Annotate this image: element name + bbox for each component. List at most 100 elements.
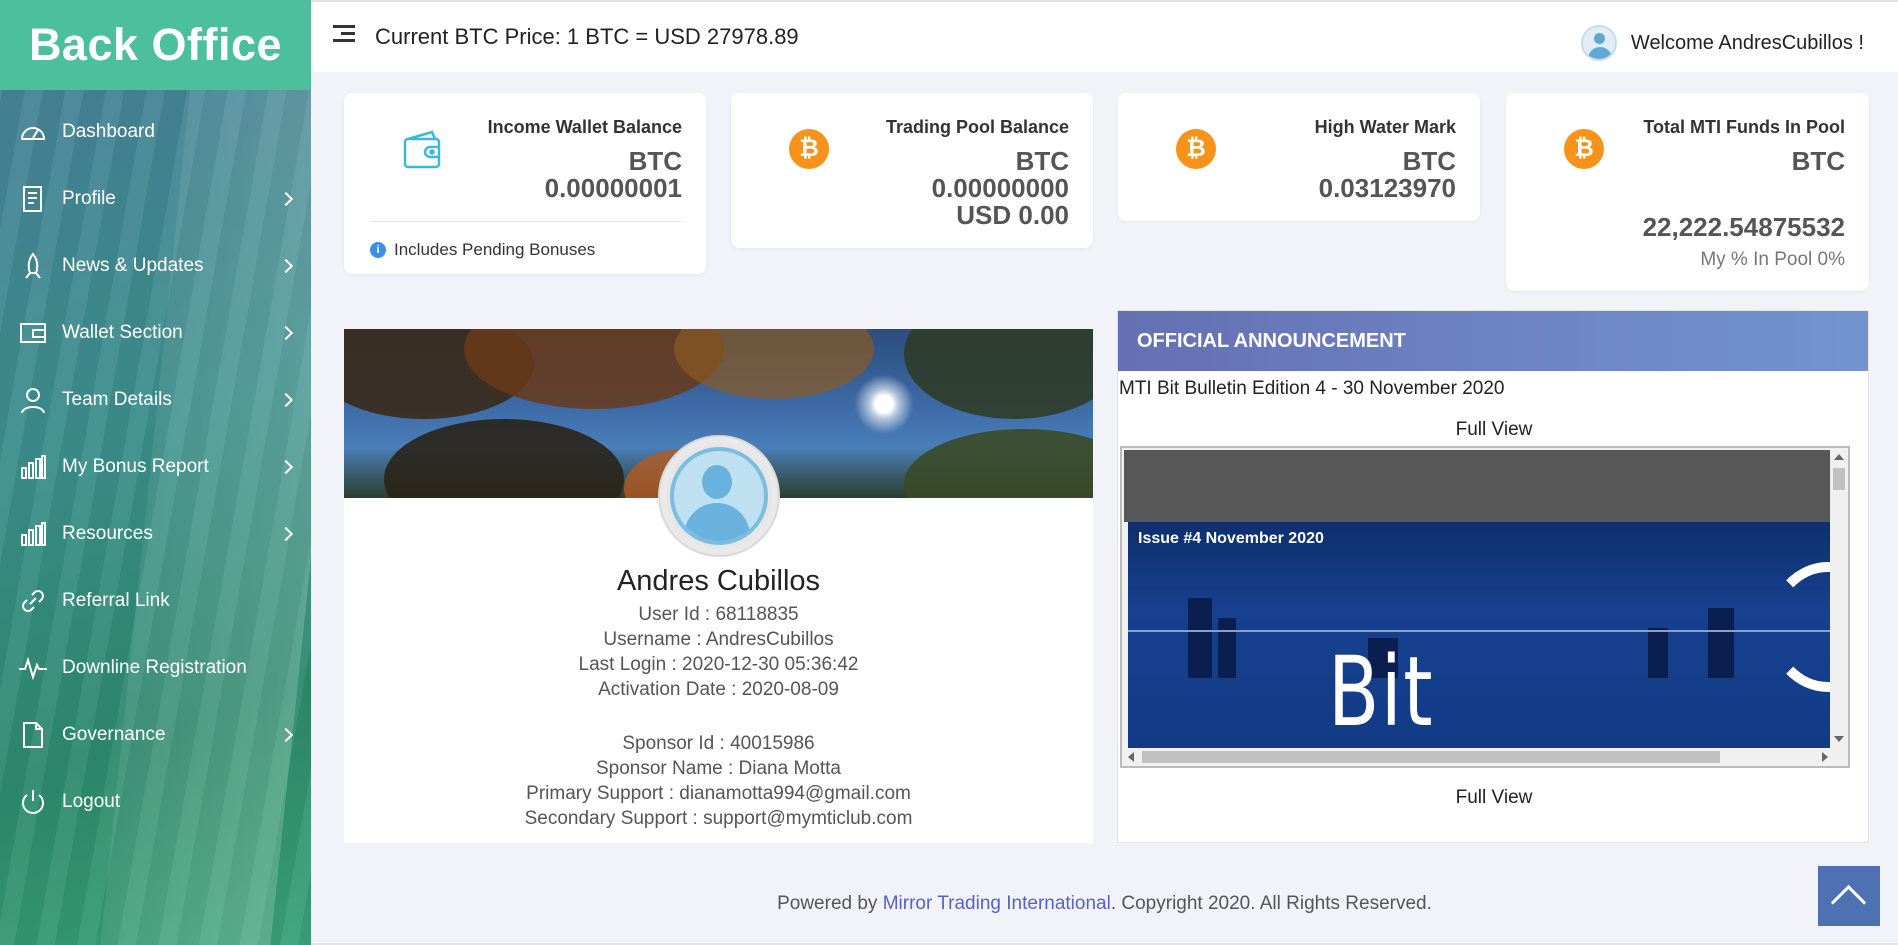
sidebar-item-label: Downline Registration bbox=[62, 656, 247, 678]
income-wallet-value: 0.00000001 bbox=[544, 173, 682, 203]
chevron-right-icon bbox=[278, 526, 294, 541]
chevron-right-icon bbox=[278, 459, 294, 474]
sidebar: Back Office Dashboard Profile News & Upd… bbox=[0, 0, 311, 945]
total-funds-unit: BTC bbox=[1791, 146, 1845, 176]
avatar bbox=[1580, 25, 1617, 61]
profile-icon bbox=[18, 184, 48, 214]
sidebar-item-news[interactable]: News & Updates bbox=[0, 232, 311, 299]
bitcoin-icon: ₿ bbox=[1176, 129, 1216, 169]
sidebar-item-referral-link[interactable]: Referral Link bbox=[0, 567, 311, 634]
bar-chart-icon bbox=[18, 452, 48, 482]
announcement-heading: OFFICIAL ANNOUNCEMENT bbox=[1118, 311, 1868, 371]
last-login: Last Login : 2020-12-30 05:36:42 bbox=[578, 654, 859, 675]
sidebar-item-label: News & Updates bbox=[62, 254, 204, 276]
sidebar-item-dashboard[interactable]: Dashboard bbox=[0, 98, 311, 165]
total-funds-card: ₿ Total MTI Funds In Pool BTC 22,222.548… bbox=[1506, 93, 1869, 291]
menu-toggle-icon[interactable] bbox=[333, 25, 355, 43]
wallet-icon bbox=[18, 318, 48, 348]
footer: Powered by Mirror Trading International.… bbox=[777, 893, 1432, 914]
sidebar-item-label: Profile bbox=[62, 187, 116, 209]
mti-logo-icon bbox=[1768, 562, 1830, 692]
sidebar-item-governance[interactable]: Governance bbox=[0, 701, 311, 768]
profile-card: Andres Cubillos User Id : 68118835 Usern… bbox=[344, 329, 1093, 843]
pending-bonus-note: i Includes Pending Bonuses bbox=[370, 240, 595, 260]
full-view-link-bottom[interactable]: Full View bbox=[1118, 787, 1870, 809]
sidebar-item-wallet[interactable]: Wallet Section bbox=[0, 299, 311, 366]
high-water-mark-card: ₿ High Water Mark BTC 0.03123970 bbox=[1118, 93, 1480, 221]
secondary-support: Secondary Support : support@mymticlub.co… bbox=[524, 808, 913, 829]
footer-company-link[interactable]: Mirror Trading International bbox=[883, 893, 1111, 914]
link-icon bbox=[18, 586, 48, 616]
income-wallet-title: Income Wallet Balance bbox=[487, 117, 682, 137]
chevron-right-icon bbox=[278, 392, 294, 407]
document-icon bbox=[18, 720, 48, 750]
chevron-right-icon bbox=[278, 325, 294, 340]
sponsor-name: Sponsor Name : Diana Motta bbox=[595, 758, 841, 779]
sidebar-item-downline-registration[interactable]: Downline Registration bbox=[0, 634, 311, 701]
chevron-right-icon bbox=[278, 727, 294, 742]
high-water-mark-value: 0.03123970 bbox=[1318, 173, 1456, 203]
info-icon: i bbox=[370, 242, 386, 258]
vertical-scrollbar[interactable] bbox=[1830, 448, 1848, 748]
brand-logo[interactable]: Back Office bbox=[0, 0, 311, 90]
income-wallet-unit: BTC bbox=[628, 146, 682, 176]
sidebar-item-label: Governance bbox=[62, 723, 166, 745]
rocket-icon bbox=[18, 251, 48, 281]
profile-avatar bbox=[660, 437, 778, 555]
total-funds-value: 22,222.54875532 bbox=[1642, 212, 1845, 242]
bulletin-preview-frame[interactable]: Issue #4 November 2020 Bit Bulletin bbox=[1120, 446, 1850, 768]
sidebar-item-label: Referral Link bbox=[62, 589, 170, 611]
bar-chart-icon bbox=[18, 519, 48, 549]
dashboard-icon bbox=[18, 117, 48, 147]
income-wallet-card: Income Wallet Balance BTC 0.00000001 i In… bbox=[344, 93, 706, 274]
welcome-text: Welcome AndresCubillos ! bbox=[1630, 31, 1864, 54]
bulletin-title: Bit Bulletin bbox=[1328, 636, 1623, 748]
sidebar-item-profile[interactable]: Profile bbox=[0, 165, 311, 232]
sidebar-item-label: Team Details bbox=[62, 388, 172, 410]
username: Username : AndresCubillos bbox=[603, 629, 834, 650]
sponsor-id: Sponsor Id : 40015986 bbox=[622, 733, 815, 754]
topbar: Current BTC Price: 1 BTC = USD 27978.89 … bbox=[311, 0, 1898, 72]
sidebar-item-team[interactable]: Team Details bbox=[0, 366, 311, 433]
user-id: User Id : 68118835 bbox=[638, 604, 799, 625]
sidebar-item-label: Logout bbox=[62, 790, 121, 812]
sidebar-item-logout[interactable]: Logout bbox=[0, 768, 311, 835]
trading-pool-card: ₿ Trading Pool Balance BTC 0.00000000 US… bbox=[731, 93, 1093, 248]
horizontal-scrollbar[interactable] bbox=[1122, 748, 1834, 766]
wallet-icon bbox=[402, 129, 442, 169]
activation-date: Activation Date : 2020-08-09 bbox=[598, 679, 839, 700]
bitcoin-icon: ₿ bbox=[1564, 129, 1604, 169]
scroll-to-top-button[interactable] bbox=[1818, 866, 1880, 926]
bulletin-banner: Issue #4 November 2020 Bit Bulletin bbox=[1128, 522, 1830, 748]
trading-pool-usd: USD 0.00 bbox=[956, 200, 1069, 230]
sidebar-item-bonus-report[interactable]: My Bonus Report bbox=[0, 433, 311, 500]
chevron-right-icon bbox=[278, 258, 294, 273]
sidebar-item-resources[interactable]: Resources bbox=[0, 500, 311, 567]
high-water-mark-unit: BTC bbox=[1402, 146, 1456, 176]
bitcoin-icon: ₿ bbox=[789, 129, 829, 169]
total-funds-title: Total MTI Funds In Pool bbox=[1643, 117, 1845, 137]
trading-pool-unit: BTC bbox=[1015, 146, 1069, 176]
chevron-right-icon bbox=[278, 191, 294, 206]
power-icon bbox=[18, 787, 48, 817]
pulse-icon bbox=[18, 653, 48, 683]
sidebar-item-label: Dashboard bbox=[62, 120, 155, 142]
announcement-title: MTI Bit Bulletin Edition 4 - 30 November… bbox=[1119, 378, 1505, 399]
primary-support: Primary Support : dianamotta994@gmail.co… bbox=[526, 783, 911, 804]
divider bbox=[370, 221, 682, 222]
high-water-mark-title: High Water Mark bbox=[1314, 117, 1456, 137]
sidebar-menu: Dashboard Profile News & Updates Wallet … bbox=[0, 90, 311, 835]
user-icon bbox=[18, 385, 48, 415]
user-menu[interactable]: Welcome AndresCubillos ! bbox=[1580, 25, 1864, 61]
announcement-panel: OFFICIAL ANNOUNCEMENT MTI Bit Bulletin E… bbox=[1117, 310, 1869, 843]
sidebar-item-label: Resources bbox=[62, 522, 153, 544]
full-view-link-top[interactable]: Full View bbox=[1118, 419, 1870, 441]
bulletin-issue: Issue #4 November 2020 bbox=[1138, 530, 1324, 547]
brand-title: Back Office bbox=[28, 19, 283, 70]
pool-percentage: My % In Pool 0% bbox=[1700, 249, 1845, 270]
profile-name: Andres Cubillos bbox=[616, 565, 821, 597]
btc-price: Current BTC Price: 1 BTC = USD 27978.89 bbox=[375, 24, 799, 49]
sidebar-item-label: My Bonus Report bbox=[62, 455, 209, 477]
sidebar-item-label: Wallet Section bbox=[62, 321, 183, 343]
trading-pool-value: 0.00000000 bbox=[931, 173, 1069, 203]
